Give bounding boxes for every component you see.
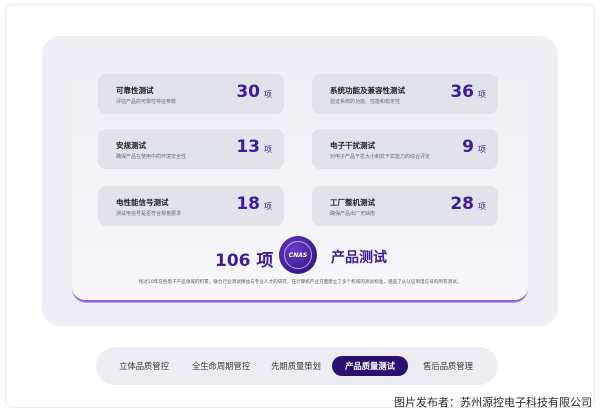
card-unit: 项	[264, 90, 272, 99]
tab-bar: 立体品质管控 全生命周期管控 先期质量策划 产品质量测试 售后品质管理	[96, 347, 498, 385]
test-card-safety: 安规测试 确保产品在使用中的环境安全性 13 项	[98, 129, 284, 169]
card-count: 28	[450, 194, 474, 214]
card-count: 18	[236, 194, 260, 214]
card-count: 13	[236, 137, 260, 157]
tab-product-testing[interactable]: 产品质量测试	[332, 356, 408, 376]
card-title: 安规测试	[116, 141, 146, 150]
total-test-count: 106 项	[215, 246, 273, 271]
test-card-compatibility: 系统功能及兼容性测试 验证系统的功能、性能和稳定性 36 项	[312, 74, 498, 114]
tab-lifecycle-control[interactable]: 全生命周期管控	[182, 356, 260, 376]
publisher-credit: 图片发布者：苏州源控电子科技有限公司	[394, 396, 592, 409]
card-description: 测试电信号是否符合规格要求	[116, 211, 182, 217]
cnas-badge-icon: CNAS	[279, 236, 317, 274]
card-unit: 项	[478, 202, 486, 211]
card-description: 验证系统的功能、性能和稳定性	[330, 99, 401, 105]
tab-quality-control[interactable]: 立体品质管控	[110, 356, 178, 376]
card-description: 对电子产品干扰大小和抗干扰能力的综合评定	[330, 154, 431, 160]
badge-ring: CNAS	[284, 241, 312, 269]
card-title: 工厂整机测试	[330, 198, 375, 207]
card-unit: 项	[264, 145, 272, 154]
summary-text: 经过10年在各电子产品领域的积累，联合行业测试精益与专业人才的研究，在计算机产业…	[138, 280, 462, 285]
test-card-factory: 工厂整机测试 确保产品出厂无缺陷 28 项	[312, 186, 498, 226]
card-unit: 项	[478, 90, 486, 99]
total-count-value: 106	[215, 251, 251, 271]
card-title: 电子干扰测试	[330, 141, 375, 150]
card-title: 系统功能及兼容性测试	[330, 86, 405, 95]
card-description: 确保产品在使用中的环境安全性	[116, 154, 187, 160]
card-description: 确保产品出厂无缺陷	[330, 211, 376, 217]
card-title: 电性能信号测试	[116, 198, 169, 207]
test-card-emi: 电子干扰测试 对电子产品干扰大小和抗干扰能力的综合评定 9 项	[312, 129, 498, 169]
card-description: 评估产品的可靠性特征参数	[116, 99, 177, 105]
section-title: 产品测试	[331, 250, 387, 266]
badge-label: CNAS	[288, 251, 308, 259]
card-count: 9	[462, 137, 474, 157]
card-unit: 项	[478, 145, 486, 154]
card-title: 可靠性测试	[116, 86, 154, 95]
card-count: 36	[450, 82, 474, 102]
total-count-unit: 项	[256, 251, 274, 271]
tab-after-sales[interactable]: 售后品质管理	[414, 356, 482, 376]
tab-quality-planning[interactable]: 先期质量策划	[262, 356, 330, 376]
card-count: 30	[236, 82, 260, 102]
test-card-electrical-signal: 电性能信号测试 测试电信号是否符合规格要求 18 项	[98, 186, 284, 226]
card-unit: 项	[264, 202, 272, 211]
test-card-reliability: 可靠性测试 评估产品的可靠性特征参数 30 项	[98, 74, 284, 114]
